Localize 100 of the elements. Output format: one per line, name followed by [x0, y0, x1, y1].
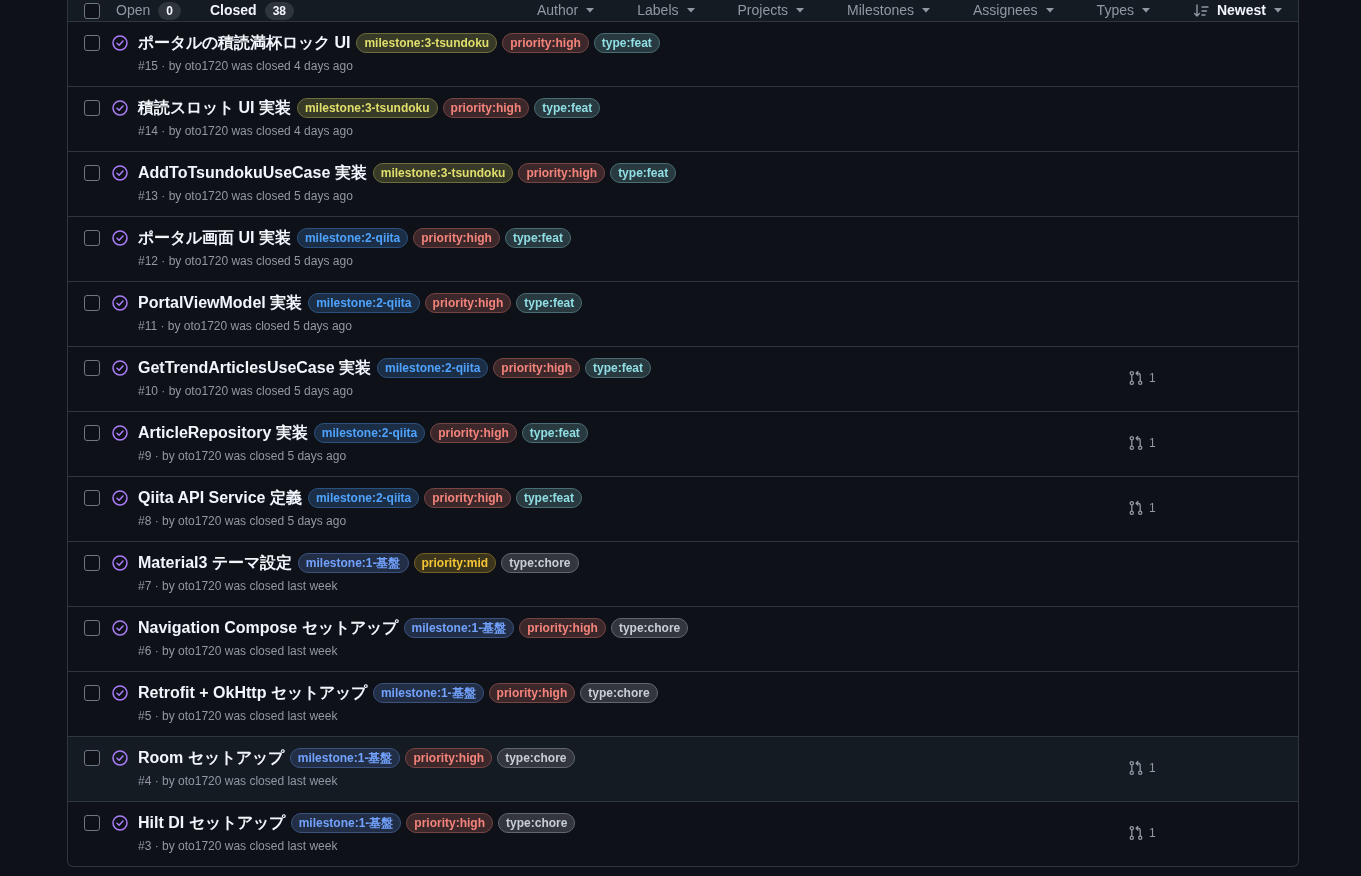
- issue-meta: #10 · by oto1720 was closed 5 days ago: [138, 383, 354, 400]
- issue-label[interactable]: milestone:1-基盤: [289, 748, 401, 768]
- issue-label[interactable]: milestone:2-qiita: [308, 293, 420, 313]
- issue-label[interactable]: priority:high: [488, 683, 576, 703]
- issue-checkbox[interactable]: [84, 685, 100, 701]
- filter-dropdown[interactable]: Types: [1096, 1, 1150, 20]
- issue-label[interactable]: type:chore: [610, 618, 689, 638]
- select-all-checkbox[interactable]: [84, 2, 100, 19]
- issue-checkbox[interactable]: [84, 165, 100, 181]
- state-tab[interactable]: Closed 38: [209, 1, 294, 20]
- linked-pr-link[interactable]: 1: [1128, 760, 1156, 776]
- issue-label[interactable]: priority:high: [442, 98, 530, 118]
- issue-label[interactable]: milestone:2-qiita: [296, 228, 409, 248]
- state-tab[interactable]: Open 0: [116, 1, 181, 20]
- issue-checkbox[interactable]: [84, 750, 100, 766]
- issue-label[interactable]: milestone:3-tsundoku: [372, 163, 514, 183]
- issue-title-link[interactable]: ポータルの積読満杯ロック UI: [138, 31, 351, 55]
- issue-title-link[interactable]: ポータル画面 UI 実装: [138, 226, 291, 250]
- issue-label[interactable]: type:feat: [516, 293, 583, 313]
- issue-label[interactable]: priority:high: [413, 228, 500, 248]
- caret-icon: [1045, 8, 1054, 13]
- issue-title-link[interactable]: Room セットアップ: [138, 746, 284, 770]
- issue-label[interactable]: type:chore: [580, 683, 658, 703]
- issue-checkbox[interactable]: [84, 490, 100, 506]
- issue-label[interactable]: type:feat: [521, 423, 588, 443]
- issue-label[interactable]: type:feat: [534, 98, 601, 118]
- issue-label[interactable]: milestone:2-qiita: [313, 423, 426, 443]
- issue-meta: #6 · by oto1720 was closed last week: [138, 643, 339, 660]
- pull-request-icon: [1128, 500, 1144, 516]
- issue-label[interactable]: priority:high: [519, 618, 606, 638]
- issue-label[interactable]: milestone:1-基盤: [372, 683, 484, 703]
- pull-request-icon: [1128, 435, 1144, 451]
- issue-checkbox[interactable]: [84, 295, 100, 311]
- caret-icon: [796, 8, 805, 13]
- issue-checkbox[interactable]: [84, 555, 100, 571]
- issue-label[interactable]: priority:high: [424, 488, 511, 508]
- issue-title-link[interactable]: ArticleRepository 実装: [138, 421, 308, 445]
- issue-meta: #7 · by oto1720 was closed last week: [138, 578, 339, 595]
- issue-checkbox[interactable]: [84, 425, 100, 441]
- issue-label[interactable]: priority:high: [430, 423, 517, 443]
- issue-title-link[interactable]: PortalViewModel 実装: [138, 291, 303, 315]
- issue-title-link[interactable]: 積読スロット UI 実装: [138, 96, 291, 120]
- pull-request-icon: [1128, 370, 1144, 386]
- issue-label[interactable]: priority:high: [406, 813, 494, 833]
- issue-label[interactable]: type:chore: [498, 813, 576, 833]
- issue-checkbox[interactable]: [84, 360, 100, 376]
- issue-title-link[interactable]: Hilt DI セットアップ: [138, 811, 285, 835]
- sort-dropdown[interactable]: Newest: [1192, 1, 1282, 20]
- issue-label[interactable]: priority:mid: [413, 553, 497, 573]
- issue-meta: #13 · by oto1720 was closed 5 days ago: [138, 188, 354, 205]
- issue-meta: #9 · by oto1720 was closed 5 days ago: [138, 448, 348, 465]
- issue-label[interactable]: type:feat: [515, 488, 582, 508]
- linked-pr-link[interactable]: 1: [1128, 370, 1156, 386]
- issue-label[interactable]: priority:high: [424, 293, 512, 313]
- issue-title-link[interactable]: AddToTsundokuUseCase 実装: [138, 161, 367, 185]
- filter-dropdown[interactable]: Assignees: [973, 1, 1054, 20]
- linked-pr-link[interactable]: 1: [1128, 825, 1156, 841]
- pull-request-icon: [1128, 825, 1144, 841]
- issue-checkbox[interactable]: [84, 230, 100, 246]
- caret-icon: [1141, 8, 1150, 13]
- issue-meta: #11 · by oto1720 was closed 5 days ago: [138, 318, 353, 335]
- issue-label[interactable]: type:chore: [501, 553, 579, 573]
- filter-dropdown[interactable]: Labels: [637, 1, 695, 20]
- issue-title-link[interactable]: GetTrendArticlesUseCase 実装: [138, 356, 371, 380]
- issue-checkbox[interactable]: [84, 35, 100, 51]
- caret-icon: [1274, 8, 1282, 13]
- issue-label[interactable]: milestone:2-qiita: [377, 358, 489, 378]
- issue-label[interactable]: type:chore: [497, 748, 575, 768]
- count-badge: 0: [158, 1, 181, 20]
- caret-icon: [922, 8, 930, 13]
- issue-label[interactable]: type:feat: [585, 358, 652, 378]
- issue-title-link[interactable]: Retrofit + OkHttp セットアップ: [138, 681, 367, 705]
- issue-label[interactable]: milestone:1-基盤: [403, 618, 515, 638]
- issue-label[interactable]: priority:high: [493, 358, 580, 378]
- issue-meta: #8 · by oto1720 was closed 5 days ago: [138, 513, 348, 530]
- linked-pr-link[interactable]: 1: [1128, 500, 1156, 516]
- issue-label[interactable]: type:feat: [593, 33, 660, 53]
- issue-label[interactable]: type:feat: [504, 228, 571, 248]
- issue-label[interactable]: priority:high: [405, 748, 493, 768]
- issue-checkbox[interactable]: [84, 815, 100, 831]
- issue-meta: #3 · by oto1720 was closed last week: [138, 838, 339, 855]
- pull-request-icon: [1128, 760, 1144, 776]
- issue-meta: #5 · by oto1720 was closed last week: [138, 708, 339, 725]
- issue-label[interactable]: milestone:3-tsundoku: [296, 98, 438, 118]
- issue-title-link[interactable]: Qiita API Service 定義: [138, 486, 302, 510]
- filter-dropdown[interactable]: Projects: [737, 1, 805, 20]
- linked-pr-link[interactable]: 1: [1128, 435, 1156, 451]
- issue-title-link[interactable]: Material3 テーマ設定: [138, 551, 292, 575]
- issue-label[interactable]: milestone:1-基盤: [297, 553, 409, 573]
- filter-dropdown[interactable]: Milestones: [847, 1, 930, 20]
- issue-checkbox[interactable]: [84, 620, 100, 636]
- filter-dropdown[interactable]: Author: [537, 1, 595, 20]
- issue-checkbox[interactable]: [84, 100, 100, 116]
- issue-label[interactable]: type:feat: [610, 163, 677, 183]
- issue-label[interactable]: milestone:2-qiita: [307, 488, 420, 508]
- issue-label[interactable]: milestone:1-基盤: [290, 813, 402, 833]
- issue-label[interactable]: priority:high: [502, 33, 589, 53]
- issue-label[interactable]: priority:high: [518, 163, 606, 183]
- issue-title-link[interactable]: Navigation Compose セットアップ: [138, 616, 398, 640]
- issue-label[interactable]: milestone:3-tsundoku: [356, 33, 498, 53]
